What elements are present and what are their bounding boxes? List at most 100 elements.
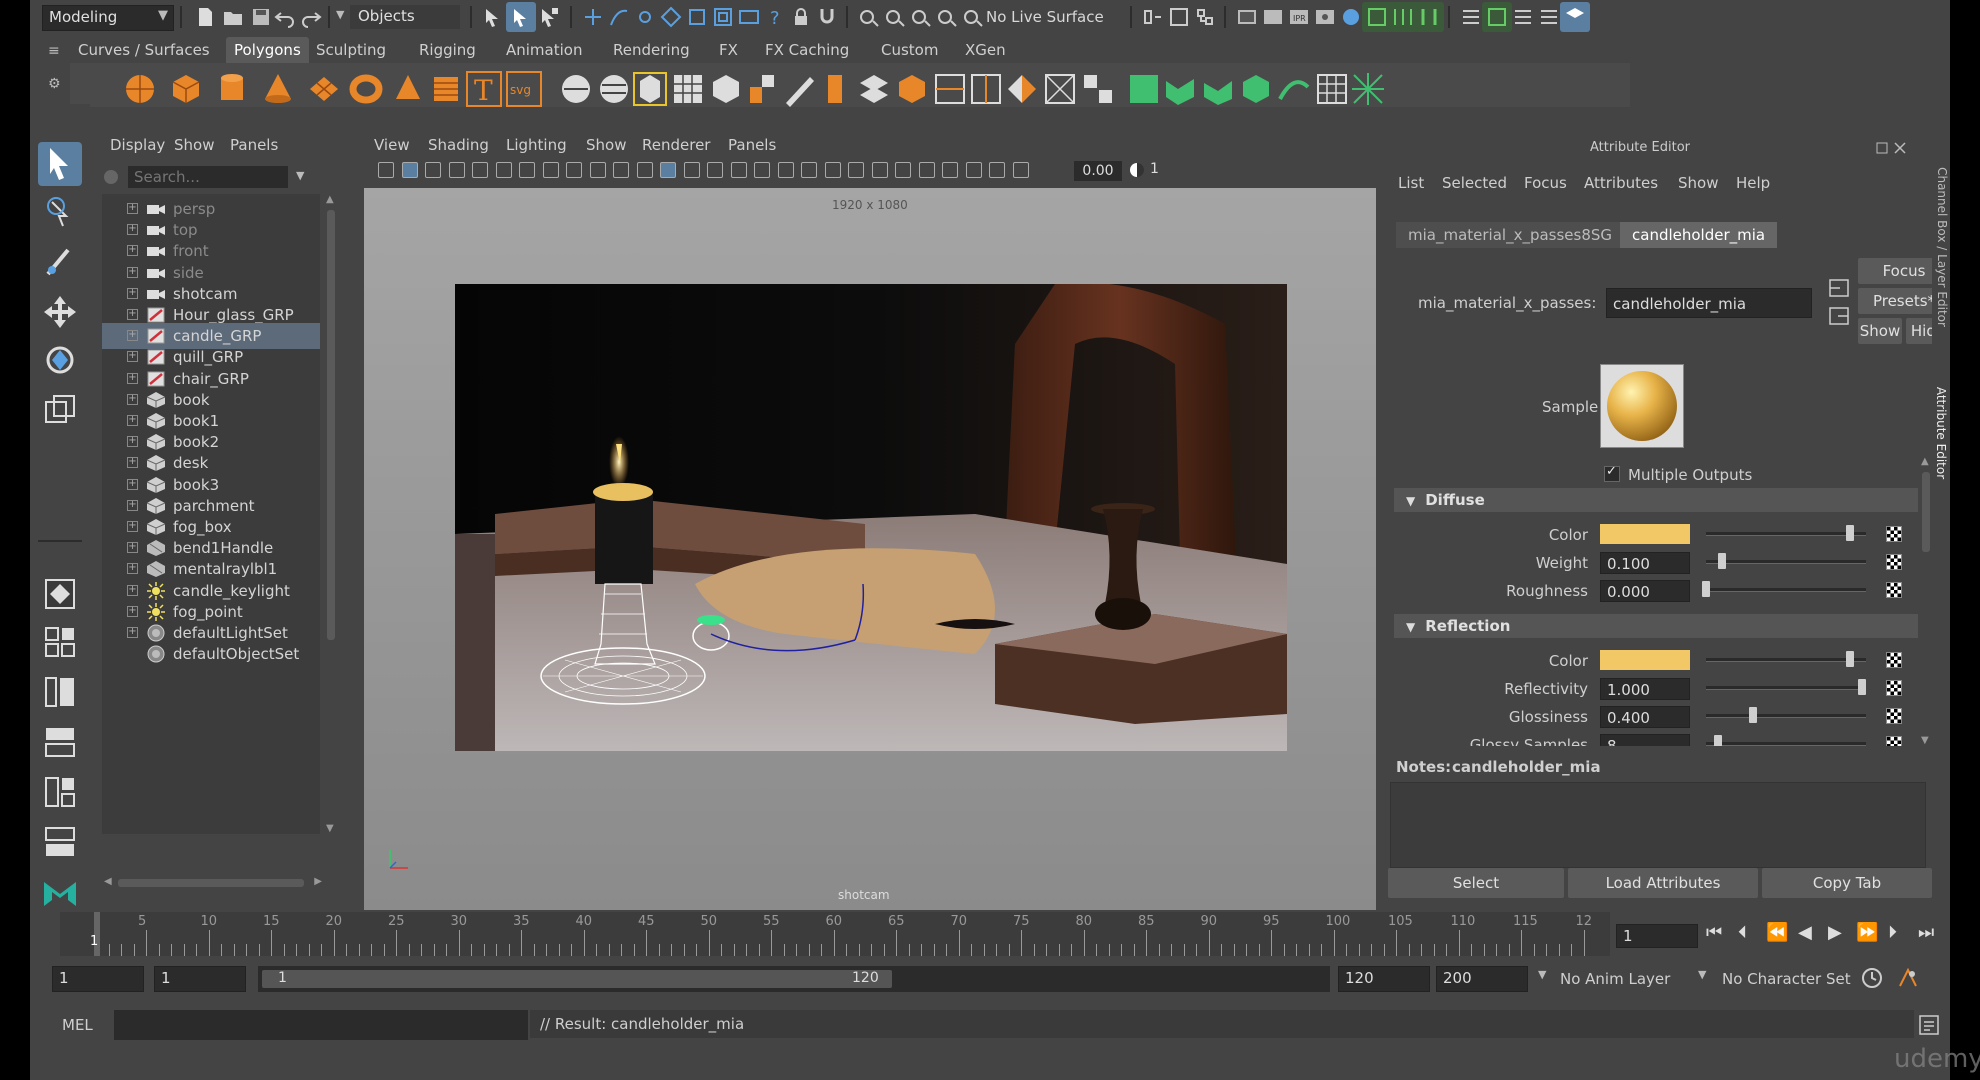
safe-action-icon[interactable]: [613, 162, 629, 178]
poly-cylinder-icon[interactable]: [212, 69, 252, 109]
screen-space-ao-icon[interactable]: [848, 162, 864, 178]
notes-textarea[interactable]: [1390, 782, 1926, 868]
step-forward-key-icon[interactable]: ⏩: [1856, 922, 1878, 943]
multi-cut-icon[interactable]: [854, 69, 894, 109]
expand-icon[interactable]: +: [127, 203, 138, 214]
node-name-field[interactable]: candleholder_mia: [1606, 288, 1812, 318]
xray-toggle-icon[interactable]: [965, 162, 982, 178]
cylindrical-uv-icon[interactable]: [1160, 69, 1200, 109]
viewport-canvas[interactable]: 1920 x 1080 shotcam: [364, 188, 1376, 910]
svg-icon[interactable]: svg: [504, 69, 544, 109]
glossy-samples-field[interactable]: 8: [1600, 734, 1690, 746]
expand-icon[interactable]: +: [127, 330, 138, 342]
x-ray-icon[interactable]: [707, 162, 723, 178]
viewport-menu-renderer[interactable]: Renderer: [642, 136, 710, 154]
uv-layout-icon[interactable]: [1312, 69, 1352, 109]
node-tab-material[interactable]: candleholder_mia: [1620, 222, 1778, 248]
chevron-down-icon[interactable]: ▼: [296, 169, 304, 182]
step-forward-icon[interactable]: ⏵: [1888, 922, 1897, 943]
persp-outliner-layout-icon[interactable]: [38, 670, 82, 714]
spherical-uv-icon[interactable]: [1198, 69, 1238, 109]
expand-icon[interactable]: +: [127, 266, 138, 278]
bridge-icon[interactable]: [780, 69, 820, 109]
playback-start-field[interactable]: 1: [154, 966, 246, 992]
animation-preferences-icon[interactable]: [1896, 966, 1920, 990]
auto-key-icon[interactable]: [1860, 966, 1884, 990]
x-ray-components-icon[interactable]: [754, 162, 770, 178]
grid-icon[interactable]: [495, 162, 512, 178]
diffuse-color-map-icon[interactable]: [1886, 526, 1902, 542]
shelf-tab-7[interactable]: FX Caching: [757, 37, 857, 63]
glossy-samples-map-icon[interactable]: [1886, 736, 1902, 746]
motion-blur-icon[interactable]: [871, 162, 888, 178]
shelf-tab-3[interactable]: Rigging: [411, 37, 484, 63]
paint-select-tool-icon[interactable]: [38, 240, 82, 284]
smooth-icon[interactable]: [630, 69, 670, 109]
depth-of-field-icon[interactable]: [918, 162, 935, 178]
lasso-tool-icon[interactable]: [38, 192, 82, 236]
script-editor-icon[interactable]: [1918, 1014, 1940, 1036]
command-input[interactable]: [114, 1010, 528, 1040]
viewport-menu-lighting[interactable]: Lighting: [506, 136, 567, 154]
expand-icon[interactable]: +: [127, 287, 138, 299]
shelf-tab-0[interactable]: Curves / Surfaces: [70, 37, 218, 63]
glossiness-field[interactable]: 0.400: [1600, 706, 1690, 728]
diffuse-roughness-slider[interactable]: [1706, 588, 1866, 592]
float-panel-icon[interactable]: [1876, 142, 1888, 154]
merge-icon[interactable]: [1002, 69, 1042, 109]
ae-menu-selected[interactable]: Selected: [1442, 174, 1507, 192]
poly-cone-icon[interactable]: [258, 69, 298, 109]
expand-icon[interactable]: +: [127, 351, 138, 363]
outliner-toggle-icon[interactable]: [1414, 2, 1444, 32]
shadows-icon[interactable]: [824, 162, 841, 178]
expand-icon[interactable]: +: [127, 224, 138, 236]
field-chart-icon[interactable]: [589, 162, 606, 178]
expand-icon[interactable]: +: [127, 563, 138, 575]
ae-menu-help[interactable]: Help: [1736, 174, 1770, 192]
expand-icon[interactable]: +: [127, 436, 138, 448]
history-tree-icon[interactable]: [1190, 2, 1220, 32]
viewport-menu-panels[interactable]: Panels: [728, 136, 776, 154]
heads-up-display-icon[interactable]: [989, 162, 1005, 178]
animation-start-field[interactable]: 1: [52, 966, 144, 992]
bookmarks-icon[interactable]: [401, 162, 418, 178]
step-back-icon[interactable]: ⏴: [1738, 922, 1747, 943]
load-attributes-button[interactable]: Load Attributes: [1568, 868, 1758, 898]
magnet-icon[interactable]: [812, 2, 842, 32]
poly-prism-icon[interactable]: [388, 69, 428, 109]
reflectivity-slider[interactable]: [1706, 686, 1866, 690]
playback-end-field[interactable]: 120: [1338, 966, 1430, 992]
insert-edge-loop-icon[interactable]: [892, 69, 932, 109]
shelf-tab-4[interactable]: Animation: [498, 37, 590, 63]
diffuse-weight-slider-handle[interactable]: [1717, 553, 1726, 569]
current-frame-field[interactable]: 1: [1616, 924, 1698, 948]
diffuse-weight-field[interactable]: 0.100: [1600, 552, 1690, 574]
open-scene-icon[interactable]: [218, 2, 248, 32]
expand-icon[interactable]: +: [127, 457, 138, 469]
four-view-layout-icon[interactable]: [38, 620, 82, 664]
chevron-down-icon[interactable]: ▼: [1538, 968, 1546, 981]
diffuse-weight-slider[interactable]: [1706, 560, 1866, 564]
2d-pan-icon[interactable]: [448, 162, 465, 178]
use-all-lights-icon[interactable]: [801, 162, 817, 178]
diffuse-roughness-field[interactable]: 0.000: [1600, 580, 1690, 602]
triangulate-icon[interactable]: [1078, 69, 1118, 109]
unfold-uv-icon[interactable]: [1348, 69, 1388, 109]
reflection-color-slider-handle[interactable]: [1845, 651, 1854, 667]
range-slider[interactable]: 1 120: [258, 966, 1330, 992]
expand-icon[interactable]: +: [127, 372, 138, 384]
glossiness-slider[interactable]: [1706, 714, 1866, 718]
planar-uv-icon[interactable]: [1124, 69, 1164, 109]
shelf-settings-icon[interactable]: ⚙: [48, 76, 61, 92]
expand-icon[interactable]: +: [127, 521, 138, 532]
poly-torus-icon[interactable]: [346, 69, 386, 109]
anim-layer-dropdown[interactable]: No Anim Layer: [1560, 970, 1670, 988]
resolution-gate-icon[interactable]: [542, 162, 559, 178]
expand-icon[interactable]: +: [127, 584, 138, 596]
diffuse-roughness-slider-handle[interactable]: [1702, 581, 1710, 597]
exposure-icon[interactable]: [1012, 162, 1029, 178]
play-backward-icon[interactable]: ◀: [1798, 922, 1812, 943]
expand-icon[interactable]: +: [127, 499, 138, 511]
ae-menu-attributes[interactable]: Attributes: [1584, 174, 1658, 192]
textured-icon[interactable]: [777, 162, 794, 178]
